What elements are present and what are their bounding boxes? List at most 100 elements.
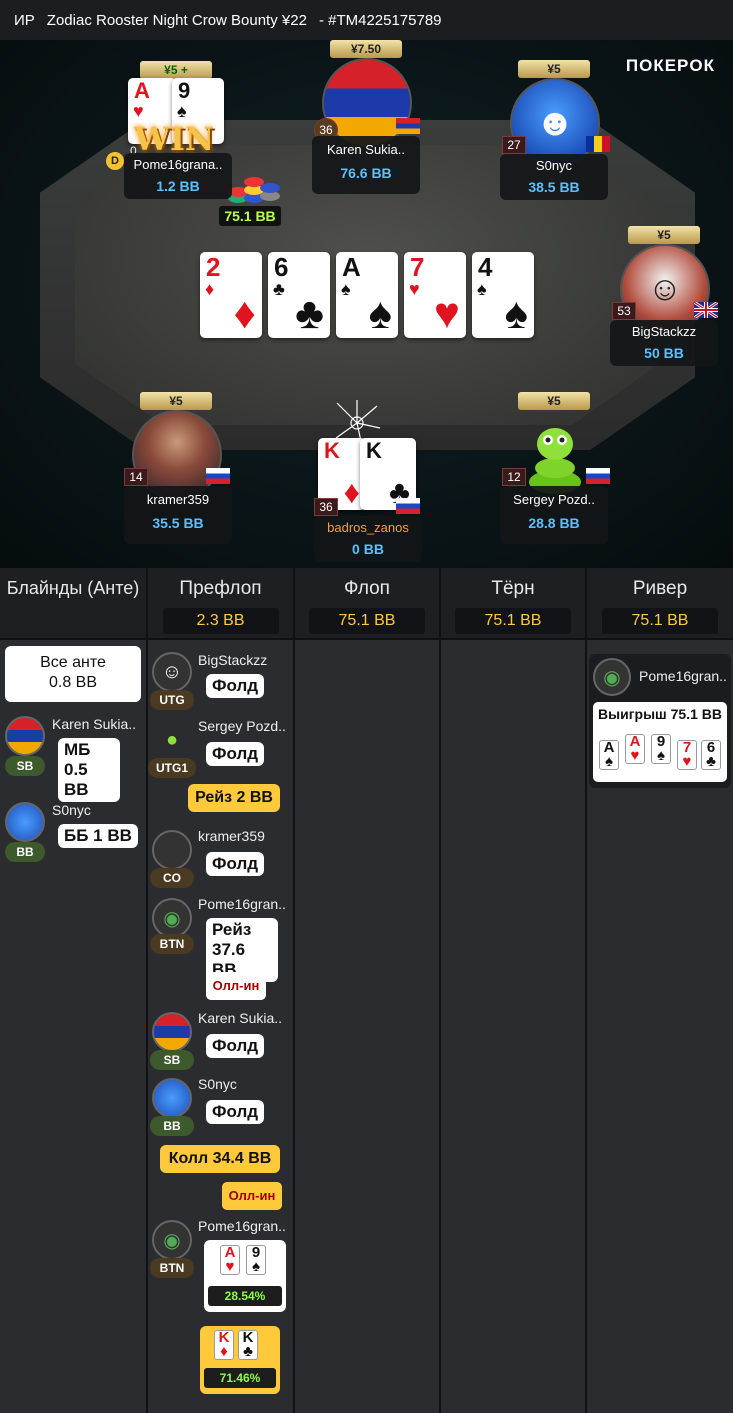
romania-flag-icon [586,136,610,152]
equity-value: 71.46% [204,1368,276,1388]
equity-value: 28.54% [208,1286,282,1306]
level-badge: 27 [502,136,526,154]
column-blinds: Блайнды (Анте) Все анте 0.8 BB SB Karen … [0,568,148,1413]
avatar-armenia-flag [5,716,45,756]
spade-icon: ♠ [477,279,487,299]
club-icon: ♣ [295,289,324,338]
avatar-green-snake: ● [165,728,179,751]
player-name: kramer359 [146,492,210,507]
player-nameplate: BigStackzz 50 BB [610,320,718,366]
hero-allin-tag: Олл-ин [222,1182,282,1210]
card-rank: A [134,78,150,103]
player-name: BigStackzz [631,324,697,339]
bounty-badge: ¥5 [518,60,590,78]
event-player-name: kramer359 [198,828,265,844]
street-pot: 75.1 BB [602,608,718,634]
winner-name: Pome16gran.. [639,668,727,684]
bounty-badge: ¥5 [628,226,700,244]
position-badge: BB [5,842,45,862]
dealer-button-icon: D [106,152,124,170]
player-stack: 0 BB [352,541,384,557]
board-card-2: 6 ♣ ♣ [268,252,330,338]
column-turn: Тёрн 75.1 BB [441,568,587,1413]
column-header: Префлоп 2.3 BB [148,568,293,640]
poker-table-view: ПОКЕРOК 2 ♦ ♦ 6 ♣ ♣ A ♠ ♠ 7 ♥ ♥ 4 ♠ ♠ 75… [0,40,733,568]
avatar-sonic [152,1078,192,1118]
hand-id: - #TM4225175789 [318,11,442,29]
mini-card: 6 ♣ [701,740,721,770]
event-player-name: S0nyc [198,1076,237,1092]
diamond-icon: ♦ [233,289,256,338]
mini-card: K ♦ [214,1330,234,1360]
mini-card: 7 ♥ [677,740,697,770]
card-rank: 9 [178,78,191,103]
street-pot: 75.1 BB [455,608,571,634]
position-badge: UTG [150,690,194,710]
card-rank: K [324,438,340,463]
player-stack: 1.2 BB [156,178,200,194]
avatar-green-chips: ◉ [152,898,192,938]
event-player-name: BigStackzz [198,652,268,668]
chip-stack-icon [226,170,282,206]
position-badge: SB [5,756,45,776]
street-pot: 2.3 BB [162,608,279,634]
bounty-badge: ¥5 [518,392,590,410]
avatar-green-chips: ◉ [152,1220,192,1260]
player-stack: 50 BB [644,345,684,361]
board-card-3: A ♠ ♠ [336,252,398,338]
heart-icon: ♥ [433,289,460,338]
heart-icon: ♥ [409,279,420,299]
action-bubble: Фолд [206,852,265,876]
event-player-name: Pome16gran.. [198,896,286,912]
ante-label: Все анте [40,654,106,671]
position-badge: BTN [150,1258,194,1278]
action-bubble: Фолд [206,1100,265,1124]
armenia-flag-icon [396,118,420,134]
action-bubble: Фолд [206,1034,265,1058]
player-stack: 28.8 BB [528,515,580,531]
event-player-name: S0nyc [52,802,91,818]
mini-card: 9 ♠ [651,734,671,764]
player-nameplate: Pome16grana.. 1.2 BB [124,153,232,199]
action-bubble: Фолд [206,742,265,766]
spade-icon: ♠ [368,289,392,338]
card-rank: A [342,252,361,282]
column-river: Ривер 75.1 BB ◉ Pome16gran.. Выигрыш 75.… [587,568,733,1413]
hand-replay-screen: ИР Zodiac Rooster Night Crow Bounty ¥22 … [0,0,733,1413]
russia-flag-icon [206,468,230,484]
action-bubble: МБ 0.5 BB [58,738,120,802]
event-player-name: Karen Sukia.. [52,716,137,732]
column-title: Тёрн [491,578,535,599]
event-player-name: Sergey Pozd.. [198,718,286,734]
spade-icon: ♠ [504,289,528,338]
russia-flag-icon [396,498,420,514]
player-name: Karen Sukia.. [326,142,406,157]
column-preflop: Префлоп 2.3 BB ☺ UTG BigStackzz Фолд ● U… [148,568,295,1413]
card-rank: K [366,438,382,463]
action-line-1: Рейз [212,920,252,939]
level-badge: 53 [612,302,636,320]
street-pot: 75.1 BB [309,608,425,634]
mini-card: A ♠ [599,740,619,770]
column-title: Ривер [632,578,688,599]
card-rank: 2 [206,252,221,282]
player-name: Pome16grana.. [133,157,223,172]
avatar-jester: ☺ [152,652,192,692]
ante-value: 0.8 BB [48,674,98,691]
showdown-box: A ♥ 9 ♠ 28.54% [204,1240,286,1312]
pot-amount: 75.1 BB [219,206,281,226]
mini-card: 9 ♠ [246,1245,266,1275]
russia-flag-icon [586,468,610,484]
level-badge: 14 [124,468,148,486]
mini-card: A ♥ [625,734,645,764]
diamond-icon: ♦ [343,474,360,510]
allin-tag: Олл-ин [206,972,266,1000]
position-badge: UTG1 [148,758,196,778]
card-rank: 7 [410,252,425,282]
game-type-label: ИР [14,11,35,29]
action-history-grid: Блайнды (Анте) Все анте 0.8 BB SB Karen … [0,568,733,1413]
position-badge: BTN [150,934,194,954]
diamond-icon: ♦ [205,279,215,299]
hero-action-call: Колл 34.4 BB [160,1145,280,1173]
avatar-sonic [5,802,45,842]
